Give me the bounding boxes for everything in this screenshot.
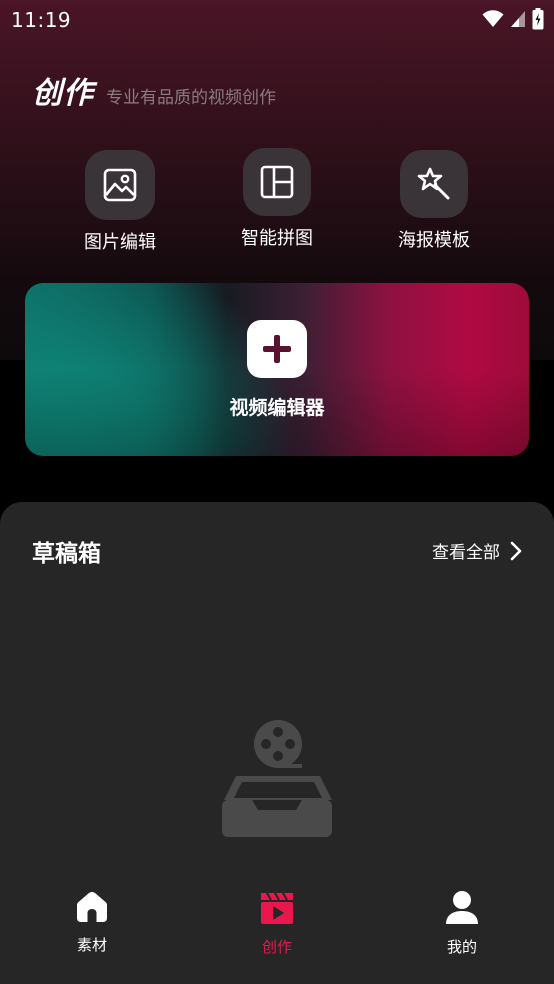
tool-icon-tile xyxy=(243,148,311,216)
tool-label: 智能拼图 xyxy=(241,228,313,249)
home-icon xyxy=(77,892,107,922)
page-subtitle: 专业有品质的视频创作 xyxy=(106,88,276,108)
bottom-tab-bar: 素材 创作 我的 xyxy=(0,880,554,984)
tab-material[interactable]: 素材 xyxy=(37,890,147,955)
magic-wand-icon xyxy=(417,167,450,200)
tab-label: 素材 xyxy=(76,936,107,954)
tool-collage[interactable]: 智能拼图 xyxy=(212,148,342,250)
tab-label: 创作 xyxy=(261,938,292,956)
video-editor-label: 视频编辑器 xyxy=(229,397,325,419)
tab-label: 我的 xyxy=(446,938,477,956)
user-icon xyxy=(446,891,478,924)
tool-image-edit[interactable]: 图片编辑 xyxy=(55,150,185,254)
image-icon xyxy=(103,168,137,202)
page-title: 创作 xyxy=(32,76,94,111)
layout-icon xyxy=(260,165,294,199)
plus-icon xyxy=(263,335,291,363)
brand-header: 创作 专业有品质的视频创作 xyxy=(32,76,276,112)
clapperboard-icon xyxy=(261,892,293,924)
tool-icon-tile xyxy=(85,150,155,220)
tool-label: 图片编辑 xyxy=(84,232,156,253)
battery-icon xyxy=(532,8,544,30)
status-time: 11:19 xyxy=(11,8,72,32)
view-all-label: 查看全部 xyxy=(432,543,500,563)
view-all-link[interactable]: 查看全部 xyxy=(432,538,522,563)
tab-create[interactable]: 创作 xyxy=(222,890,332,957)
wifi-icon xyxy=(482,10,504,27)
tool-label: 海报模板 xyxy=(398,230,470,251)
drafts-title: 草稿箱 xyxy=(32,541,101,567)
video-editor-card[interactable]: 视频编辑器 xyxy=(25,283,529,456)
empty-drafts-icon xyxy=(222,720,332,837)
tool-icon-tile xyxy=(400,150,468,218)
status-bar: 11:19 xyxy=(0,0,554,40)
status-icons xyxy=(482,8,544,30)
add-video-button[interactable] xyxy=(247,320,307,378)
signal-icon xyxy=(511,11,525,27)
tab-profile[interactable]: 我的 xyxy=(407,890,517,957)
chevron-right-icon xyxy=(510,541,522,560)
tool-poster-template[interactable]: 海报模板 xyxy=(369,150,499,252)
